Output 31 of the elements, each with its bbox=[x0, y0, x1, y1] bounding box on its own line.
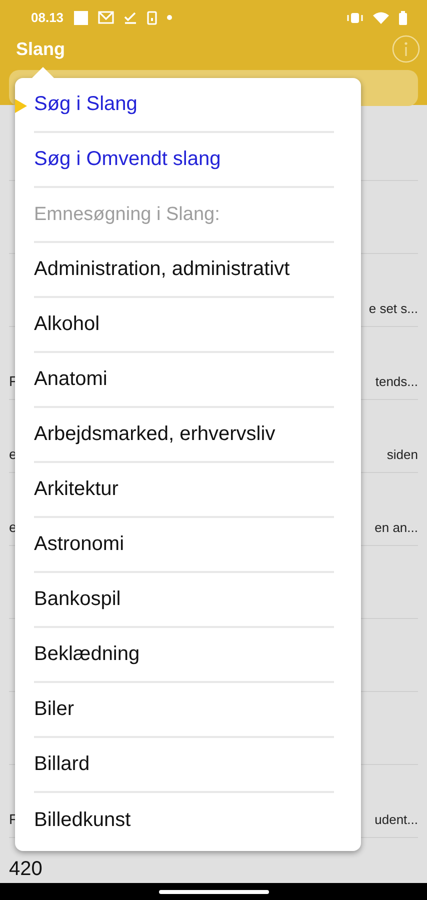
home-indicator[interactable] bbox=[158, 890, 268, 894]
status-time: 08.13 bbox=[31, 10, 64, 25]
row-description: e set s... bbox=[368, 300, 418, 316]
menu-item[interactable]: Bankospil bbox=[34, 588, 121, 611]
menu-item[interactable]: Billard bbox=[34, 753, 90, 776]
menu-item[interactable]: Astronomi bbox=[34, 533, 124, 556]
notification-square-icon bbox=[74, 10, 88, 24]
menu-item[interactable]: Søg i Omvendt slang bbox=[34, 148, 221, 171]
app-title: Slang bbox=[16, 38, 66, 60]
row-description: tends... bbox=[375, 374, 418, 388]
dot-icon bbox=[166, 15, 172, 20]
row-title: 420 bbox=[9, 858, 42, 880]
menu-item[interactable]: Beklædning bbox=[34, 643, 140, 666]
vibrate-icon bbox=[347, 12, 363, 24]
menu-item[interactable]: Arkitektur bbox=[34, 478, 118, 501]
row-description: siden bbox=[386, 446, 418, 462]
menu-section-header: Emnesøgning i Slang: bbox=[34, 204, 220, 226]
wifi-icon bbox=[373, 12, 389, 24]
menu-item[interactable]: Arbejdsmarked, erhvervsliv bbox=[34, 423, 276, 446]
row-description: udent... bbox=[374, 812, 418, 826]
menu-item[interactable]: Søg i Slang bbox=[34, 93, 138, 116]
menu-item[interactable]: Administration, administrativt bbox=[34, 258, 290, 281]
row-description: en an... bbox=[374, 520, 418, 534]
mail-icon bbox=[98, 11, 114, 24]
battery-icon bbox=[399, 10, 407, 24]
phone-icon bbox=[146, 10, 157, 24]
menu-item[interactable]: Biler bbox=[34, 698, 74, 721]
menu-item[interactable]: Alkohol bbox=[34, 313, 100, 336]
check-icon bbox=[124, 11, 137, 24]
menu-item[interactable]: Anatomi bbox=[34, 368, 108, 391]
menu-item[interactable]: Billedkunst bbox=[34, 809, 131, 832]
